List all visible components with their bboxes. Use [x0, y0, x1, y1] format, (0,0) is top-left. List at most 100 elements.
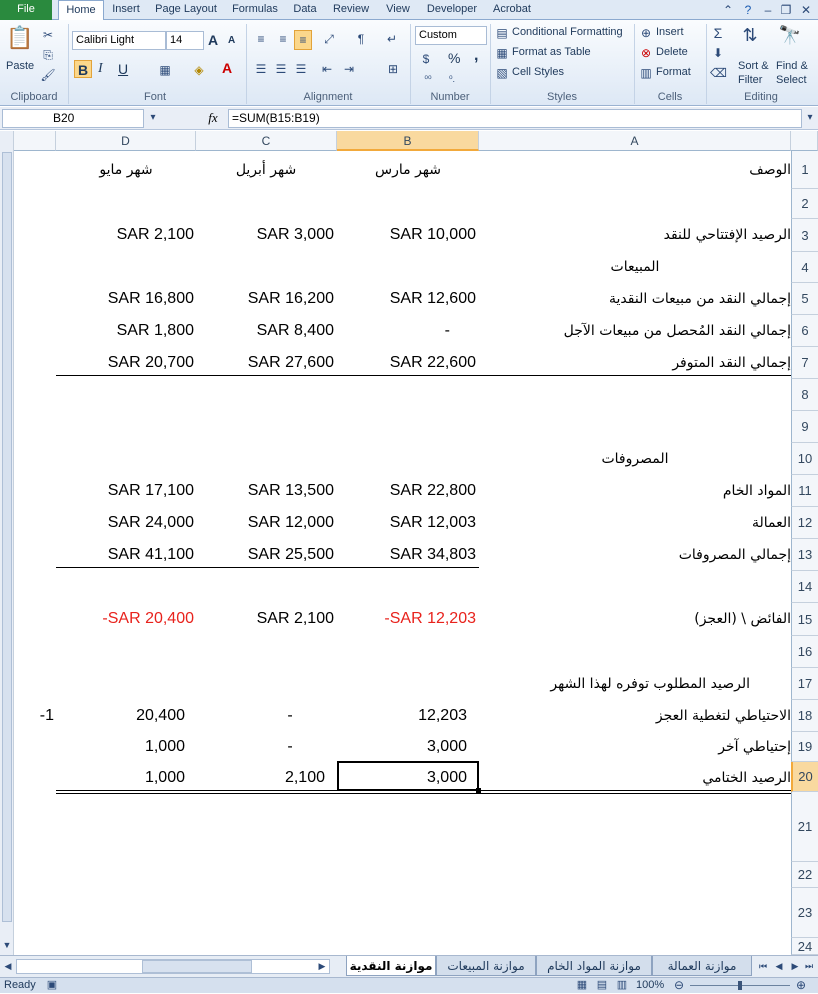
cell-d20[interactable]: 1,000 [58, 766, 185, 790]
cell-styles-button[interactable]: Cell Styles [512, 66, 564, 78]
row-header[interactable]: 24 [791, 938, 818, 955]
sort-filter-button-line2[interactable]: Filter [738, 74, 762, 86]
column-header-d[interactable]: D [56, 131, 196, 151]
cell-b19[interactable]: 3,000 [340, 735, 467, 759]
align-middle-icon[interactable]: ≡ [274, 30, 292, 48]
cell-c20[interactable]: 2,100 [198, 766, 325, 790]
row-header[interactable]: 6 [791, 315, 818, 347]
cell-a20[interactable]: الرصيد الختامي [491, 766, 791, 790]
cell-c1[interactable]: شهر أبريل [198, 158, 334, 182]
row-header[interactable]: 10 [791, 443, 818, 475]
cell-a6[interactable]: إجمالي النقد المُحصل من مبيعات الآجل [491, 319, 791, 343]
decrease-indent-icon[interactable]: ⇤ [318, 60, 336, 78]
format-cells-button[interactable]: Format [656, 66, 691, 78]
cell-a17[interactable]: الرصيد المطلوب توفره لهذا الشهر [480, 672, 750, 696]
cell-a19[interactable]: إحتياطي آخر [491, 735, 791, 759]
sheet-tab[interactable]: موازنة المواد الخام [536, 956, 652, 976]
cell-d18[interactable]: 20,400 [58, 704, 185, 728]
row-header[interactable]: 2 [791, 189, 818, 219]
cell-c18[interactable]: - [270, 704, 310, 728]
window-restore-icon[interactable]: ❐ [778, 1, 794, 19]
paste-icon[interactable]: 📋 [6, 24, 34, 52]
cell-d13[interactable]: SAR 41,100 [58, 543, 194, 567]
format-as-table-button[interactable]: Format as Table [512, 46, 591, 58]
paste-button[interactable]: Paste [6, 60, 34, 72]
cell-a15[interactable]: الفائض \ (العجز) [491, 607, 791, 631]
name-box-dropdown-icon[interactable]: ▾ [146, 109, 160, 127]
cell-a5[interactable]: إجمالي النقد من مبيعات النقدية [491, 287, 791, 311]
italic-button[interactable]: I [98, 61, 103, 77]
tab-formulas[interactable]: Formulas [226, 0, 284, 20]
grow-font-button[interactable]: A [208, 32, 218, 48]
normal-view-icon[interactable]: ▦ [574, 976, 590, 994]
row-header[interactable]: 8 [791, 379, 818, 411]
scroll-down-icon[interactable]: ▼ [0, 936, 14, 954]
sheet-tab[interactable]: موازنة العمالة [652, 956, 752, 976]
autosum-icon[interactable]: Σ [710, 24, 726, 42]
expand-formula-bar-icon[interactable]: ▾ [803, 109, 817, 127]
tab-acrobat[interactable]: Acrobat [488, 0, 536, 20]
row-header[interactable]: 19 [791, 732, 818, 762]
cell-a4[interactable]: المبيعات [560, 255, 710, 279]
zoom-out-icon[interactable]: ⊖ [672, 976, 686, 994]
cell-b11[interactable]: SAR 22,800 [340, 479, 476, 503]
tab-view[interactable]: View [380, 0, 416, 20]
conditional-formatting-button[interactable]: Conditional Formatting [512, 26, 623, 38]
tab-insert[interactable]: Insert [106, 0, 146, 20]
cell-d1[interactable]: شهر مايو [58, 158, 194, 182]
cut-icon[interactable]: ✂ [40, 26, 56, 44]
row-header[interactable]: 11 [791, 475, 818, 507]
cell-c19[interactable]: - [270, 735, 310, 759]
cell-b1[interactable]: شهر مارس [340, 158, 476, 182]
cell-a12[interactable]: العمالة [491, 511, 791, 535]
cell-b13[interactable]: SAR 34,803 [340, 543, 476, 567]
align-bottom-icon[interactable]: ≡ [294, 30, 312, 50]
cell-d19[interactable]: 1,000 [58, 735, 185, 759]
row-header[interactable]: 18 [791, 700, 818, 732]
orientation-icon[interactable]: ⤢ [318, 30, 340, 48]
cell-a13[interactable]: إجمالي المصروفات [491, 543, 791, 567]
row-header[interactable]: 16 [791, 636, 818, 668]
sort-filter-button[interactable]: Sort & [738, 60, 769, 72]
column-header-a[interactable]: A [479, 131, 791, 151]
copy-icon[interactable]: ⎘ [40, 46, 56, 64]
cell-a1[interactable]: الوصف [541, 158, 791, 182]
underline-button[interactable]: U [118, 61, 128, 77]
cell-d11[interactable]: SAR 17,100 [58, 479, 194, 503]
cell-b20[interactable]: 3,000 [340, 766, 467, 790]
shrink-font-button[interactable]: A [228, 35, 235, 46]
cell-d15[interactable]: -SAR 20,400 [58, 607, 194, 631]
rtl-direction-icon[interactable]: ¶ [350, 30, 372, 48]
cell-a11[interactable]: المواد الخام [491, 479, 791, 503]
window-close-icon[interactable]: ✕ [798, 1, 814, 19]
row-header[interactable]: 4 [791, 252, 818, 283]
row-header[interactable]: 1 [791, 151, 818, 189]
cell-c13[interactable]: SAR 25,500 [198, 543, 334, 567]
cell-b15[interactable]: -SAR 12,203 [340, 607, 476, 631]
comma-style-button[interactable]: , [474, 47, 478, 65]
cell-c15[interactable]: SAR 2,100 [198, 607, 334, 631]
name-box[interactable]: B20 [2, 109, 144, 128]
find-select-button-line2[interactable]: Select [776, 74, 807, 86]
row-header[interactable]: 15 [791, 603, 818, 636]
window-minimize-icon[interactable]: – [760, 1, 776, 19]
row-header[interactable]: 12 [791, 507, 818, 539]
cell-d3[interactable]: SAR 2,100 [58, 223, 194, 247]
format-painter-icon[interactable]: 🖌 [40, 66, 56, 84]
tab-developer[interactable]: Developer [422, 0, 482, 20]
cell-b12[interactable]: SAR 12,003 [340, 511, 476, 535]
next-sheet-icon[interactable]: ▶ [788, 957, 802, 975]
tab-review[interactable]: Review [328, 0, 374, 20]
cell-e18[interactable]: -1 [32, 704, 54, 728]
find-select-button[interactable]: Find & [776, 60, 808, 72]
sheet-tab[interactable]: موازنة المبيعات [436, 956, 536, 976]
cell-d6[interactable]: SAR 1,800 [58, 319, 194, 343]
percent-style-button[interactable]: % [448, 50, 460, 66]
tab-home[interactable]: Home [58, 0, 104, 22]
cell-d5[interactable]: SAR 16,800 [58, 287, 194, 311]
cell-d7[interactable]: SAR 20,700 [58, 351, 194, 375]
row-header[interactable]: 7 [791, 347, 818, 379]
currency-format-icon[interactable]: $ [416, 50, 436, 68]
prev-sheet-icon[interactable]: ◀ [772, 957, 786, 975]
delete-cells-button[interactable]: Delete [656, 46, 688, 58]
